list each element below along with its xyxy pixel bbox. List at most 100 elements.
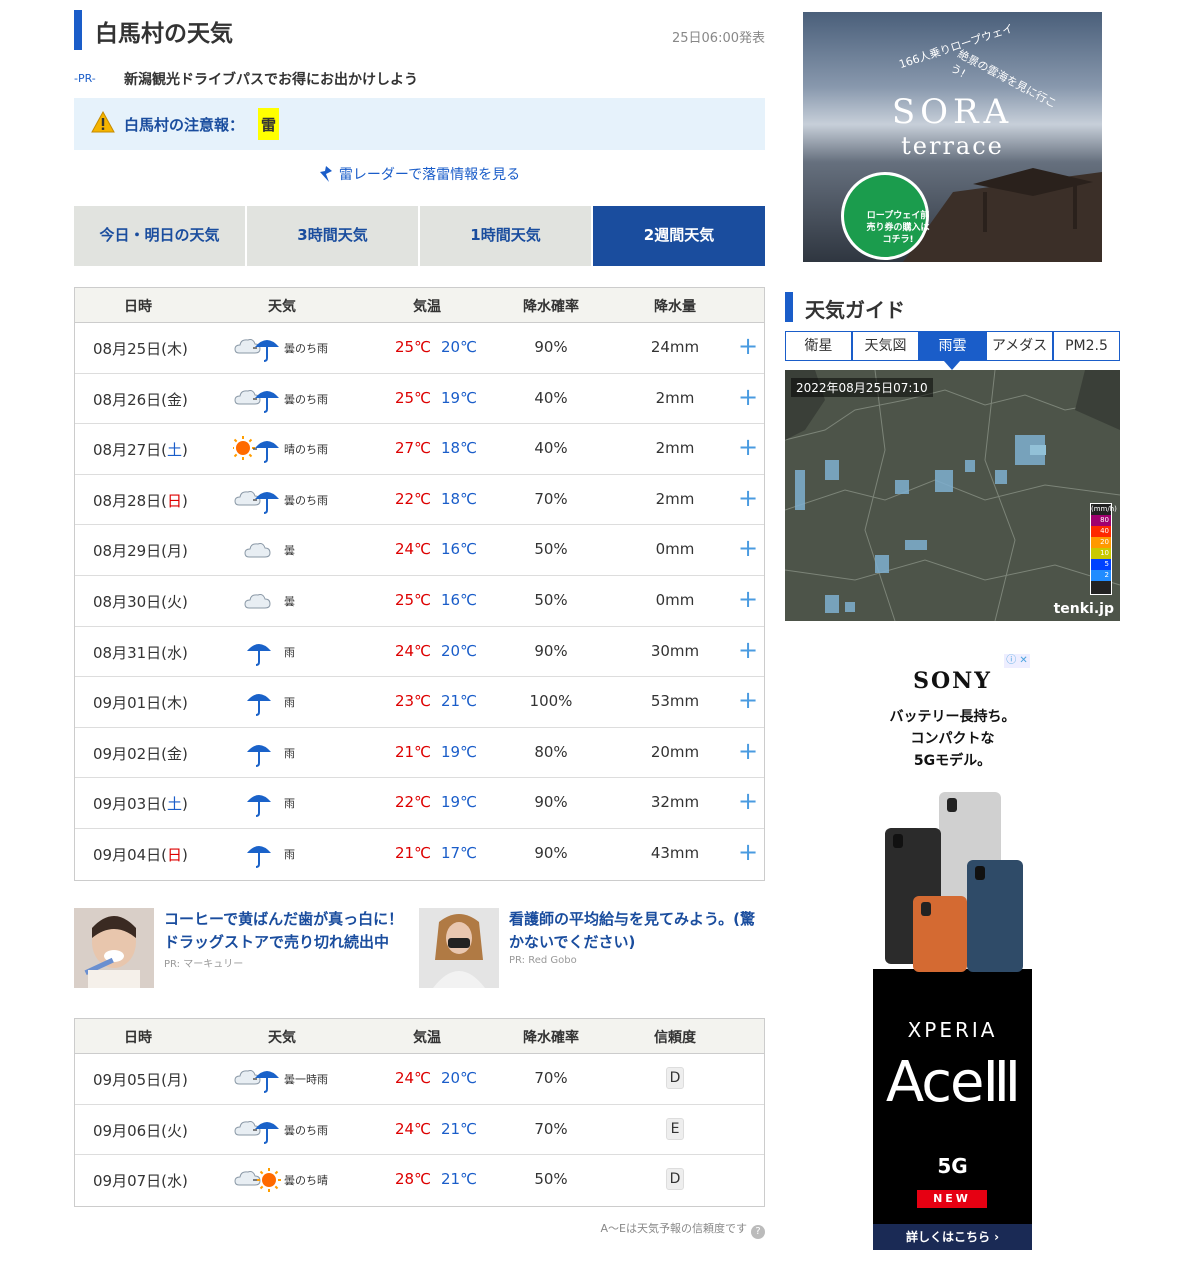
ad-close-icon[interactable]: ⓘ ✕	[1004, 654, 1030, 668]
reliability-note: A〜Eは天気予報の信頼度です?	[601, 1220, 765, 1239]
sora-circle-text: ロープウェイ前売り券の購入はコチラ!	[866, 211, 930, 245]
tab-rain-cloud[interactable]: 雨雲	[919, 331, 986, 361]
reliability-badge: D	[666, 1067, 684, 1089]
expand-plus-icon[interactable]: +	[738, 486, 758, 510]
weather-guide-tabs: 衛星 天気図 雨雲 アメダス PM2.5	[785, 331, 1120, 370]
ace-logo: AceⅢ	[885, 1050, 1021, 1115]
weather-text: 曇のち雨	[284, 392, 328, 406]
ad-coffee-source: PR: マーキュリー	[164, 959, 244, 970]
precip-probability: 50%	[534, 1170, 568, 1189]
precip-amount: 43mm	[650, 843, 700, 862]
table-row[interactable]: 09月02日(金) 雨 21℃ 19℃ 80% 20mm +	[75, 728, 764, 779]
high-temp: 22℃	[395, 793, 431, 812]
expand-plus-icon[interactable]: +	[738, 587, 758, 611]
sony-cta-button[interactable]: 詳しくはこちら ›	[873, 1224, 1032, 1250]
legend-40: 40	[1091, 526, 1111, 537]
legend-10: 10	[1091, 548, 1111, 559]
ad-coffee[interactable]: コーヒーで黄ばんだ歯が真っ白に！ドラッグストアで売り切れ続出中 PR: マーキュ…	[74, 908, 404, 988]
ad-row: コーヒーで黄ばんだ歯が真っ白に！ドラッグストアで売り切れ続出中 PR: マーキュ…	[74, 908, 765, 988]
tab-amedas[interactable]: アメダス	[986, 331, 1053, 361]
tab-2week[interactable]: 2週間天気	[593, 206, 765, 266]
cloud-then-rain-icon	[234, 490, 279, 514]
date-text: 08月29日(	[93, 542, 168, 561]
expand-plus-icon[interactable]: +	[738, 688, 758, 712]
table-row[interactable]: 08月26日(金) 曇のち雨 25℃ 19℃ 40% 2mm +	[75, 374, 764, 425]
sora-logo: SORA	[891, 92, 1014, 132]
pr-link[interactable]: 新潟観光ドライブパスでお得にお出かけしよう	[124, 69, 418, 89]
table-row[interactable]: 09月04日(日) 雨 21℃ 17℃ 90% 43mm +	[75, 829, 764, 880]
table-row[interactable]: 08月30日(火) 曇 25℃ 16℃ 50% 0mm +	[75, 576, 764, 627]
ad-image-teeth	[74, 908, 154, 988]
table-row[interactable]: 08月27日(土) 晴のち雨 27℃ 18℃ 40% 2mm +	[75, 424, 764, 475]
high-temp: 24℃	[395, 540, 431, 559]
expand-plus-icon[interactable]: +	[738, 840, 758, 864]
weather-text: 曇のち雨	[284, 493, 328, 507]
date-close-paren: )	[182, 744, 188, 763]
new-badge: NEW	[917, 1190, 987, 1208]
tab-weather-map[interactable]: 天気図	[852, 331, 919, 361]
tab-satellite[interactable]: 衛星	[785, 331, 852, 361]
high-temp: 21℃	[395, 742, 431, 761]
sony-copy-line: バッテリー長持ち。	[889, 709, 1016, 725]
expand-plus-icon[interactable]: +	[738, 789, 758, 813]
expand-plus-icon[interactable]: +	[738, 435, 758, 459]
expand-plus-icon[interactable]: +	[738, 385, 758, 409]
low-temp: 16℃	[441, 590, 477, 609]
expand-plus-icon[interactable]: +	[738, 334, 758, 358]
thunder-icon	[319, 166, 332, 182]
table-row[interactable]: 08月31日(水) 雨 24℃ 20℃ 90% 30mm +	[75, 627, 764, 678]
expand-plus-icon[interactable]: +	[738, 638, 758, 662]
precip-probability: 90%	[534, 843, 568, 862]
date-text: 08月26日(	[93, 390, 168, 409]
table-row[interactable]: 08月25日(木) 曇のち雨 25℃ 20℃ 90% 24mm +	[75, 323, 764, 374]
precip-amount: 2mm	[655, 388, 695, 407]
date-close-paren: )	[182, 694, 188, 713]
weather-text: 晴のち雨	[284, 443, 328, 457]
th-amount: 降水量	[654, 299, 696, 315]
day-of-week: 火	[167, 1121, 183, 1140]
precip-probability: 70%	[534, 1069, 568, 1087]
tab-pm25[interactable]: PM2.5	[1053, 331, 1120, 361]
pr-banner[interactable]: -PR- 新潟観光ドライブパスでお得にお出かけしよう	[74, 68, 765, 90]
ad-nurse-source: PR: Red Gobo	[509, 955, 577, 966]
table-row[interactable]: 09月01日(木) 雨 23℃ 21℃ 100% 53mm +	[75, 677, 764, 728]
row-date: 08月26日(金)	[93, 389, 188, 410]
row-date: 09月02日(金)	[93, 743, 188, 764]
help-icon[interactable]: ?	[751, 1225, 765, 1239]
low-temp: 20℃	[441, 338, 477, 356]
advisory-thunder-badge[interactable]: 雷	[258, 108, 280, 140]
expand-plus-icon[interactable]: +	[738, 739, 758, 763]
ad-coffee-title[interactable]: コーヒーで黄ばんだ歯が真っ白に！ドラッグストアで売り切れ続出中	[164, 908, 414, 954]
tab-1hour[interactable]: 1時間天気	[420, 206, 591, 266]
date-close-paren: )	[182, 1121, 188, 1140]
thunder-radar-link[interactable]: 雷レーダーで落雷情報を見る	[74, 164, 765, 184]
day-of-week: 木	[167, 694, 183, 713]
title-accent-bar	[74, 10, 82, 50]
date-text: 09月04日(	[93, 845, 168, 864]
table-row[interactable]: 08月29日(月) 曇 24℃ 16℃ 50% 0mm +	[75, 525, 764, 576]
umbrella-icon	[247, 643, 271, 666]
low-temp: 19℃	[441, 742, 477, 761]
tab-today-tomorrow[interactable]: 今日・明日の天気	[74, 206, 245, 266]
rain-radar-map[interactable]: 2022年08月25日07:10 (mm/h) 80 40 20 10 5 2 …	[785, 370, 1120, 621]
precip-probability: 80%	[534, 742, 568, 761]
sony-copy-line: 5Gモデル。	[913, 753, 992, 769]
table-row[interactable]: 09月03日(土) 雨 22℃ 19℃ 90% 32mm +	[75, 778, 764, 829]
legend-2: 2	[1091, 570, 1111, 581]
legend-80: 80	[1091, 515, 1111, 526]
day-of-week: 金	[167, 744, 183, 763]
umbrella-icon	[247, 795, 271, 818]
reliability-badge: D	[666, 1168, 684, 1191]
expand-plus-icon[interactable]: +	[738, 536, 758, 560]
ad-nurse[interactable]: 看護師の平均給与を見てみよう。(驚かないでください) PR: Red Gobo	[419, 908, 755, 988]
low-temp: 19℃	[441, 388, 477, 407]
day-of-week: 土	[167, 441, 183, 460]
ad-sony-xperia[interactable]: ⓘ ✕ SONY バッテリー長持ち。 コンパクトな 5Gモデル。 XPERIA …	[873, 652, 1032, 1250]
ad-sora-terrace[interactable]: 166人乗りロープウェイ 絶景の雲海を見に行こう! SORA terrace ロ…	[803, 12, 1102, 262]
tab-3hour[interactable]: 3時間天気	[247, 206, 418, 266]
date-text: 09月07日(	[93, 1172, 168, 1191]
ad-nurse-title[interactable]: 看護師の平均給与を見てみよう。(驚かないでください)	[509, 908, 759, 954]
table-row[interactable]: 08月28日(日) 曇のち雨 22℃ 18℃ 70% 2mm +	[75, 475, 764, 526]
radar-map-image	[785, 370, 1120, 621]
sora-logo-sub: terrace	[901, 132, 1004, 160]
